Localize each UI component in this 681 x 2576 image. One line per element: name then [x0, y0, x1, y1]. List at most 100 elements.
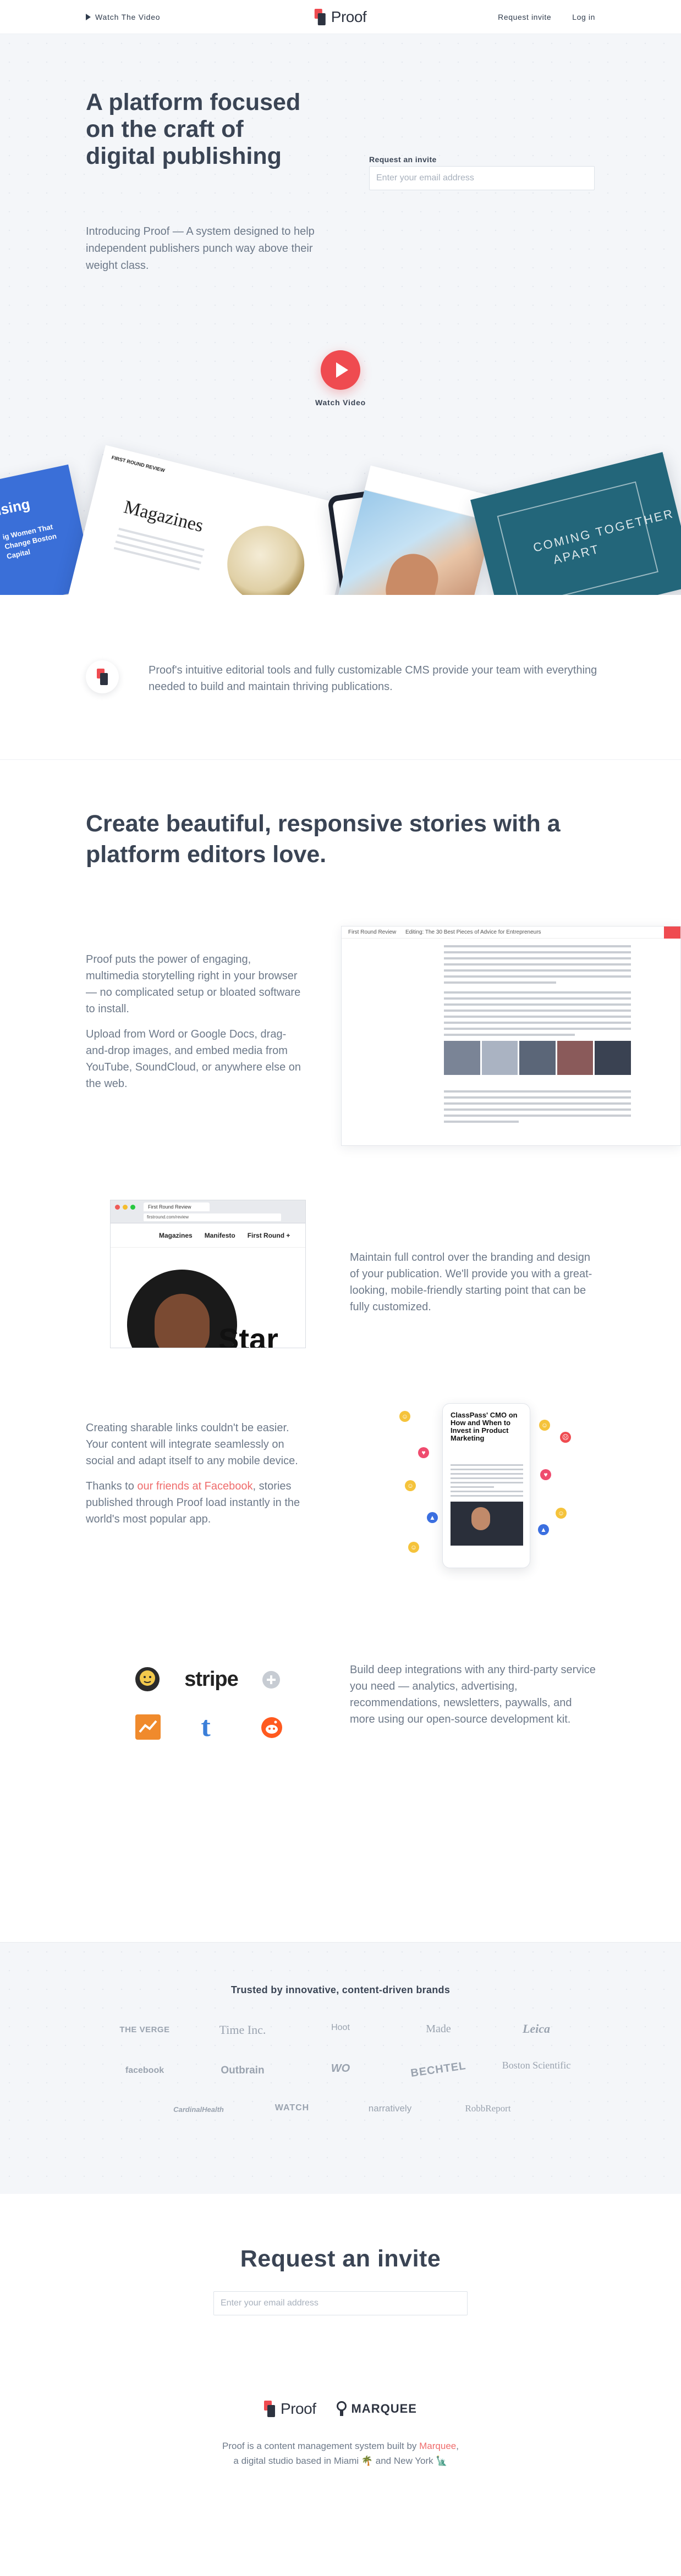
- intro-text: Proof's intuitive editorial tools and fu…: [149, 664, 597, 693]
- cta-email-input[interactable]: [213, 2291, 468, 2315]
- browser-tab: First Round Review: [144, 1202, 210, 1211]
- play-video-button[interactable]: [321, 350, 360, 390]
- top-navigation: Watch The Video Proof Request invite Log…: [0, 0, 681, 34]
- like-icon: ▲: [538, 1524, 549, 1535]
- browser-big-word: Star: [218, 1322, 278, 1348]
- mobile-p1: Creating sharable links couldn't be easi…: [86, 1422, 298, 1467]
- watch-image: [219, 517, 313, 595]
- trusted-brands-section: Trusted by innovative, content-driven br…: [0, 1942, 681, 2194]
- mailchimp-icon: [132, 1664, 163, 1695]
- showcase-card-portrait: [337, 465, 499, 595]
- heart-icon: ♥: [540, 1469, 551, 1480]
- hero-lede: Introducing Proof — A system designed to…: [86, 225, 315, 272]
- request-invite-link[interactable]: Request invite: [498, 13, 551, 21]
- site-nav-item: Manifesto: [204, 1231, 235, 1239]
- editor-text-block: [444, 991, 631, 1040]
- brand-logo: Made: [426, 2023, 451, 2035]
- watch-video-link[interactable]: Watch The Video: [86, 13, 160, 21]
- storytelling-p2: Upload from Word or Google Docs, drag-an…: [86, 1028, 301, 1090]
- lightbulb-icon: [337, 2401, 347, 2417]
- card-mag-text-lines: [113, 527, 205, 575]
- brand-logo: Boston Scientific: [502, 2060, 571, 2071]
- emoji-icon: ☺: [405, 1480, 416, 1491]
- logo-text: Proof: [331, 8, 367, 25]
- editor-screenshot: First Round Review Editing: The 30 Best …: [341, 926, 681, 1146]
- mobile-illustration: ClassPass' CMO on How and When to Invest…: [396, 1403, 578, 1568]
- footer-text: Proof is a content management system bui…: [222, 2441, 420, 2451]
- browser-url: firstround.com/review: [144, 1213, 281, 1221]
- invite-label: Request an invite: [369, 155, 437, 164]
- footer-proof-text: Proof: [281, 2400, 316, 2417]
- footer: Proof MARQUEE Proof is a content managem…: [0, 2400, 681, 2576]
- integrations-copy: Build deep integrations with any third-p…: [350, 1662, 597, 1728]
- browser-screenshot: First Round Review firstround.com/review…: [110, 1200, 306, 1348]
- mobile-copy: Creating sharable links couldn't be easi…: [86, 1420, 306, 1527]
- brand-logo: WO: [331, 2062, 350, 2075]
- request-invite-section: Request an invite: [0, 2194, 681, 2400]
- trusted-heading: Trusted by innovative, content-driven br…: [230, 1984, 451, 1995]
- browser-chrome: First Round Review firstround.com/review: [111, 1200, 305, 1223]
- editor-bar: First Round Review Editing: The 30 Best …: [342, 926, 680, 939]
- editor-editing-label: Editing: The 30 Best Pieces of Advice fo…: [405, 929, 541, 935]
- footer-logos: Proof MARQUEE: [0, 2400, 681, 2418]
- watch-video-label: Watch The Video: [95, 12, 161, 21]
- showcase-card-teal: COMING TOGETHER APART: [470, 452, 681, 595]
- marquee-logo[interactable]: MARQUEE: [337, 2401, 416, 2417]
- brand-logo: THE VERGE: [119, 2025, 170, 2034]
- integration-logos: stripe t: [132, 1662, 308, 1750]
- editor-image-gallery: [444, 1041, 631, 1075]
- hero-title: A platform focused on the craft of digit…: [86, 89, 301, 169]
- footer-proof-logo[interactable]: Proof: [264, 2400, 316, 2418]
- facebook-link[interactable]: our friends at Facebook: [137, 1480, 252, 1492]
- reddit-icon: [261, 1717, 283, 1739]
- hero-section: A platform focused on the craft of digit…: [0, 34, 681, 595]
- footer-text: ,: [456, 2441, 459, 2451]
- brand-logo: RobbReport: [465, 2103, 511, 2114]
- browser-site-nav: Magazines Manifesto First Round +: [111, 1223, 305, 1248]
- card-mag-header: FIRST ROUND REVIEW: [111, 454, 166, 473]
- publication-showcase: ising ig Women That Change Boston Capita…: [0, 445, 681, 595]
- chartbeat-icon: [135, 1714, 161, 1740]
- brand-logo: BECHTEL: [410, 2060, 467, 2079]
- intro-section: Proof's intuitive editorial tools and fu…: [0, 595, 681, 760]
- stripe-logo: stripe: [184, 1667, 238, 1691]
- site-nav-item: Magazines: [159, 1231, 193, 1239]
- phone-mockup: ClassPass' CMO on How and When to Invest…: [442, 1403, 530, 1568]
- angry-icon: ☹: [560, 1432, 571, 1443]
- cta-heading: Request an invite: [240, 2246, 441, 2272]
- brand-logo: narratively: [368, 2103, 412, 2114]
- brand-logo: CardinalHealth: [173, 2105, 224, 2114]
- brand-logo: Outbrain: [221, 2065, 265, 2076]
- phone-headline: ClassPass' CMO on How and When to Invest…: [451, 1411, 518, 1442]
- play-icon: [86, 13, 91, 20]
- proof-logo[interactable]: Proof: [314, 8, 367, 26]
- brand-logo: Leica: [522, 2022, 551, 2036]
- branding-copy: Maintain full control over the branding …: [350, 1249, 597, 1315]
- card-mag-title: Magazines: [122, 497, 206, 537]
- like-icon: ▲: [427, 1512, 438, 1523]
- brand-logo: facebook: [125, 2066, 164, 2075]
- proof-logo-mark-icon: [97, 669, 109, 685]
- heart-icon: ♥: [418, 1447, 429, 1458]
- marquee-link[interactable]: Marquee: [419, 2441, 456, 2451]
- editor-text-block: [444, 1090, 631, 1127]
- proof-logo-mark-icon: [264, 2401, 276, 2417]
- emoji-icon: ☺: [408, 1542, 419, 1553]
- brand-logo: Time Inc.: [219, 2023, 266, 2037]
- footer-line1: Proof is a content management system bui…: [0, 2441, 681, 2452]
- emoji-icon: ☺: [539, 1420, 550, 1431]
- log-in-link[interactable]: Log in: [572, 13, 595, 21]
- branding-text: Maintain full control over the branding …: [350, 1251, 592, 1313]
- brand-logo: Hoot: [331, 2023, 350, 2032]
- portrait-image: [155, 1294, 210, 1348]
- plus-icon: [262, 1670, 281, 1689]
- play-icon: [336, 362, 348, 378]
- proof-badge: [86, 660, 119, 693]
- header-nav: Request invite Log in: [498, 13, 595, 21]
- storytelling-copy: Proof puts the power of engaging, multim…: [86, 951, 306, 1092]
- storytelling-p1: Proof puts the power of engaging, multim…: [86, 953, 301, 1015]
- footer-line2: a digital studio based in Miami 🌴 and Ne…: [233, 2456, 448, 2466]
- mobile-p2-text: Thanks to: [86, 1480, 138, 1492]
- hero-email-input[interactable]: [369, 166, 595, 190]
- showcase-card-magazines: FIRST ROUND REVIEW Magazines: [67, 445, 357, 595]
